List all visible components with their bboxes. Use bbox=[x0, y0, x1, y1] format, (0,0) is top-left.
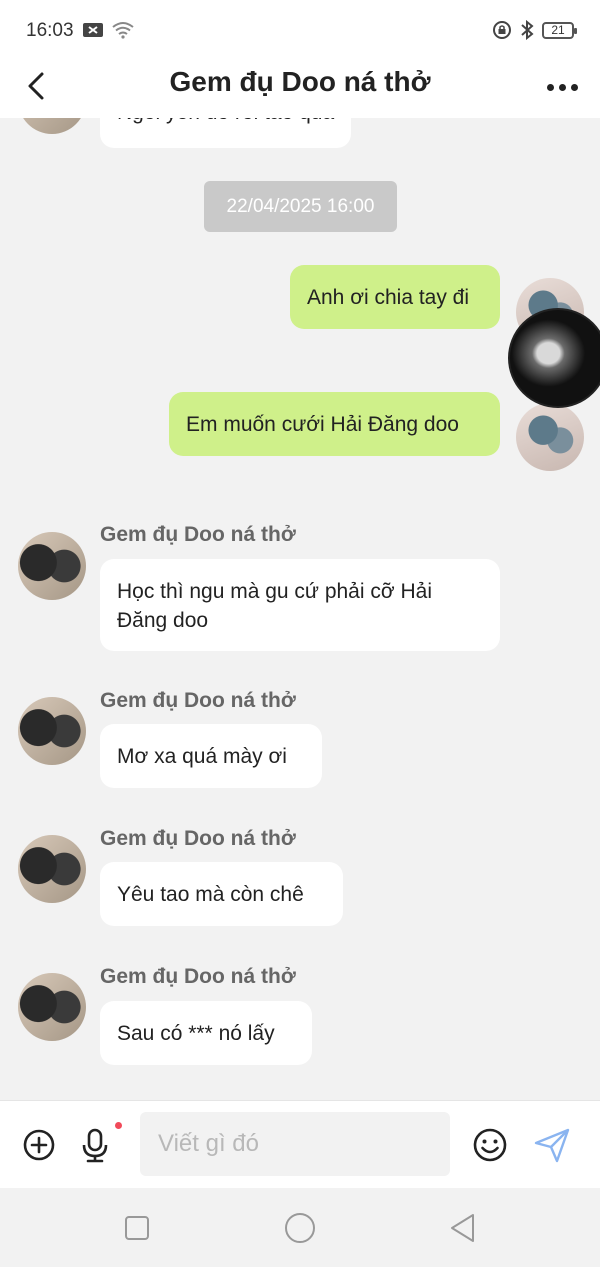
message-bubble-outgoing[interactable]: Em muốn cưới Hải Đăng doo bbox=[169, 392, 500, 456]
contact-avatar[interactable] bbox=[18, 118, 86, 134]
square-icon bbox=[125, 1216, 149, 1240]
emoji-icon bbox=[473, 1128, 507, 1162]
message-bubble-incoming[interactable]: Yêu tao mà còn chê bbox=[100, 862, 343, 926]
notification-icon bbox=[83, 23, 103, 37]
status-time: 16:03 bbox=[26, 20, 74, 41]
voice-button[interactable] bbox=[75, 1125, 115, 1165]
sender-name: Gem đụ Doo ná thở bbox=[100, 689, 296, 712]
send-icon bbox=[534, 1128, 570, 1163]
chat-header: Gem đụ Doo ná thở bbox=[0, 60, 600, 118]
sender-name: Gem đụ Doo ná thở bbox=[100, 523, 296, 546]
emoji-button[interactable] bbox=[470, 1125, 510, 1165]
message-bubble-incoming[interactable]: Ngồi yên đó rồi tao qua bbox=[100, 118, 352, 148]
more-dot bbox=[570, 83, 578, 91]
status-bar: 16:03 21 bbox=[0, 0, 600, 60]
message-input-bar bbox=[0, 1100, 600, 1188]
contact-avatar[interactable] bbox=[18, 532, 86, 600]
sender-name: Gem đụ Doo ná thở bbox=[100, 827, 296, 850]
message-bubble-outgoing[interactable]: Anh ơi chia tay đi bbox=[290, 265, 500, 329]
more-dot bbox=[546, 83, 554, 91]
wifi-icon bbox=[112, 22, 134, 39]
contact-avatar[interactable] bbox=[18, 973, 86, 1041]
more-options-button[interactable] bbox=[542, 72, 582, 102]
floating-chat-head[interactable] bbox=[508, 308, 600, 408]
contact-avatar[interactable] bbox=[18, 835, 86, 903]
message-bubble-incoming[interactable]: Sau có *** nó lấy bbox=[100, 1001, 312, 1065]
bluetooth-icon bbox=[521, 20, 534, 40]
lock-rotation-icon bbox=[493, 21, 511, 39]
back-nav-button[interactable] bbox=[447, 1212, 479, 1244]
system-nav-bar bbox=[0, 1188, 600, 1267]
more-dot bbox=[558, 83, 566, 91]
battery-indicator: 21 bbox=[542, 21, 577, 39]
plus-circle-icon bbox=[23, 1129, 55, 1161]
message-input[interactable] bbox=[140, 1112, 450, 1176]
message-bubble-incoming[interactable]: Mơ xa quá mày ơi bbox=[100, 724, 322, 788]
chat-message-list[interactable]: Ngồi yên đó rồi tao qua 22/04/2025 16:00… bbox=[0, 118, 600, 1100]
send-button[interactable] bbox=[532, 1125, 572, 1165]
sender-name: Gem đụ Doo ná thở bbox=[100, 965, 296, 988]
message-bubble-incoming[interactable]: Học thì ngu mà gu cứ phải cỡ Hải Đăng do… bbox=[100, 559, 500, 651]
timestamp-divider: 22/04/2025 16:00 bbox=[204, 181, 397, 232]
circle-icon bbox=[285, 1213, 315, 1243]
notification-dot bbox=[115, 1122, 122, 1129]
add-button[interactable] bbox=[19, 1125, 59, 1165]
recent-apps-button[interactable] bbox=[121, 1212, 153, 1244]
my-avatar[interactable] bbox=[516, 403, 584, 471]
chat-title: Gem đụ Doo ná thở bbox=[169, 66, 431, 97]
home-button[interactable] bbox=[284, 1212, 316, 1244]
triangle-left-icon bbox=[451, 1214, 474, 1242]
contact-avatar[interactable] bbox=[18, 697, 86, 765]
microphone-icon bbox=[82, 1128, 108, 1163]
